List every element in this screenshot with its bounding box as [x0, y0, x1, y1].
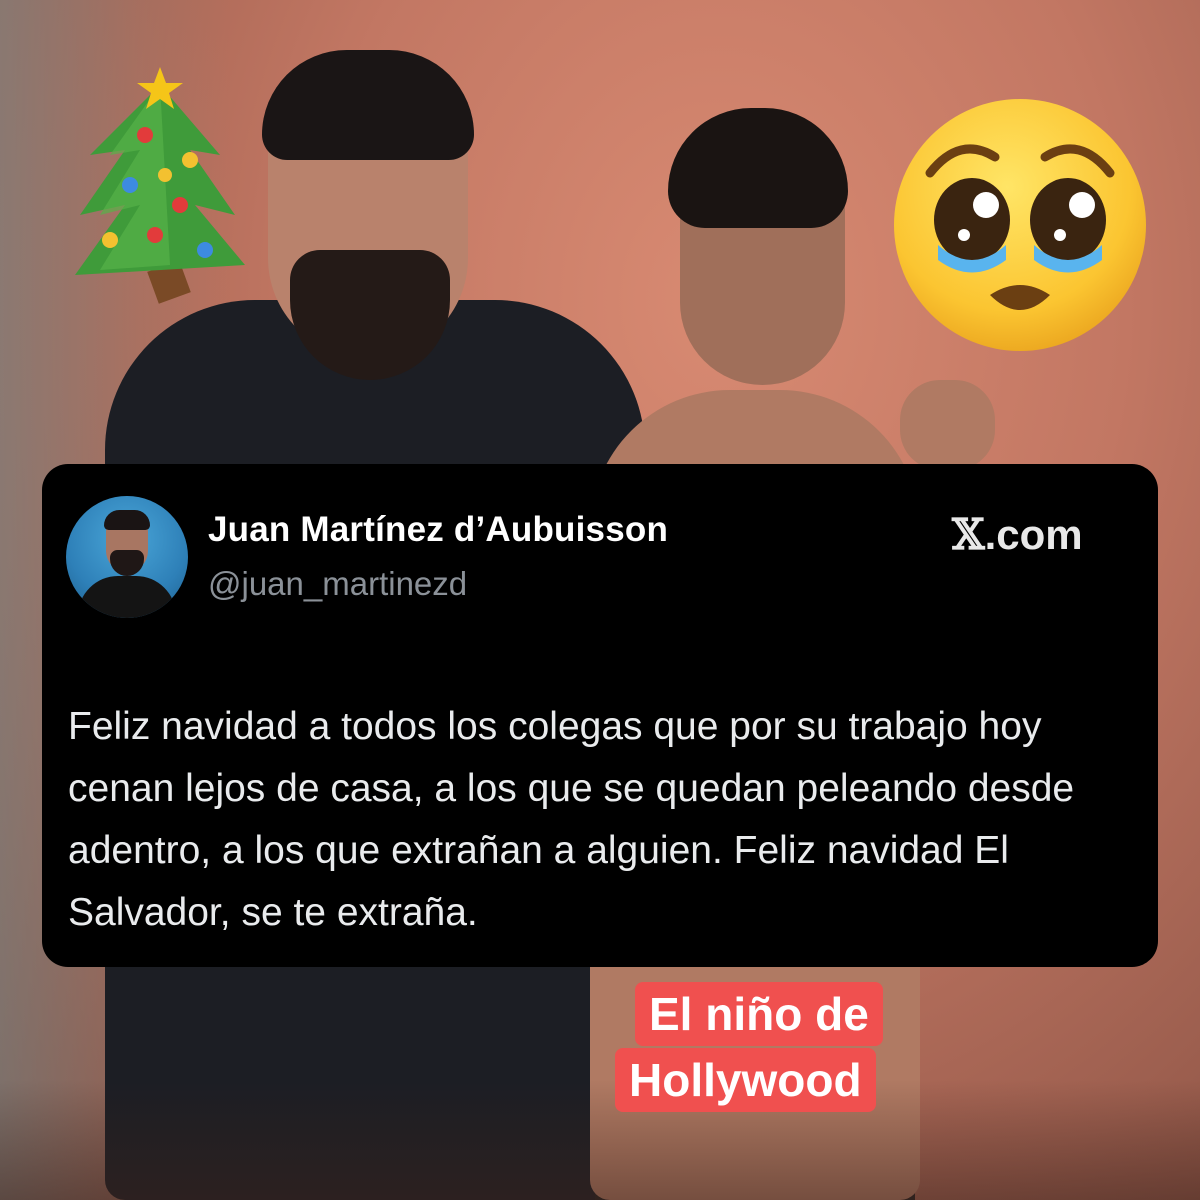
- x-logo-icon: 𝕏: [952, 510, 985, 559]
- christmas-tree-icon: [75, 67, 245, 304]
- person-right-hair: [668, 108, 848, 228]
- author-name[interactable]: Juan Martínez d’Aubuisson: [208, 510, 668, 550]
- caption-line-2: Hollywood: [615, 1048, 876, 1112]
- tweet-text: Feliz navidad a todos los colegas que po…: [68, 705, 1075, 934]
- author-avatar[interactable]: [66, 496, 188, 618]
- person-left-hair: [262, 50, 474, 160]
- avatar-hair: [104, 510, 150, 530]
- caption-label: El niño de Hollywood: [615, 978, 940, 1116]
- author-handle[interactable]: @juan_martinezd: [208, 565, 467, 603]
- pleading-face-icon: [894, 99, 1146, 351]
- avatar-shirt: [78, 576, 176, 618]
- source-label: 𝕏.com: [952, 510, 1083, 559]
- avatar-beard: [110, 550, 144, 576]
- arm-around-shoulder: [900, 380, 995, 470]
- source-domain: .com: [984, 511, 1083, 558]
- floor-shade: [0, 1080, 1200, 1200]
- caption-line-1: El niño de: [635, 982, 883, 1046]
